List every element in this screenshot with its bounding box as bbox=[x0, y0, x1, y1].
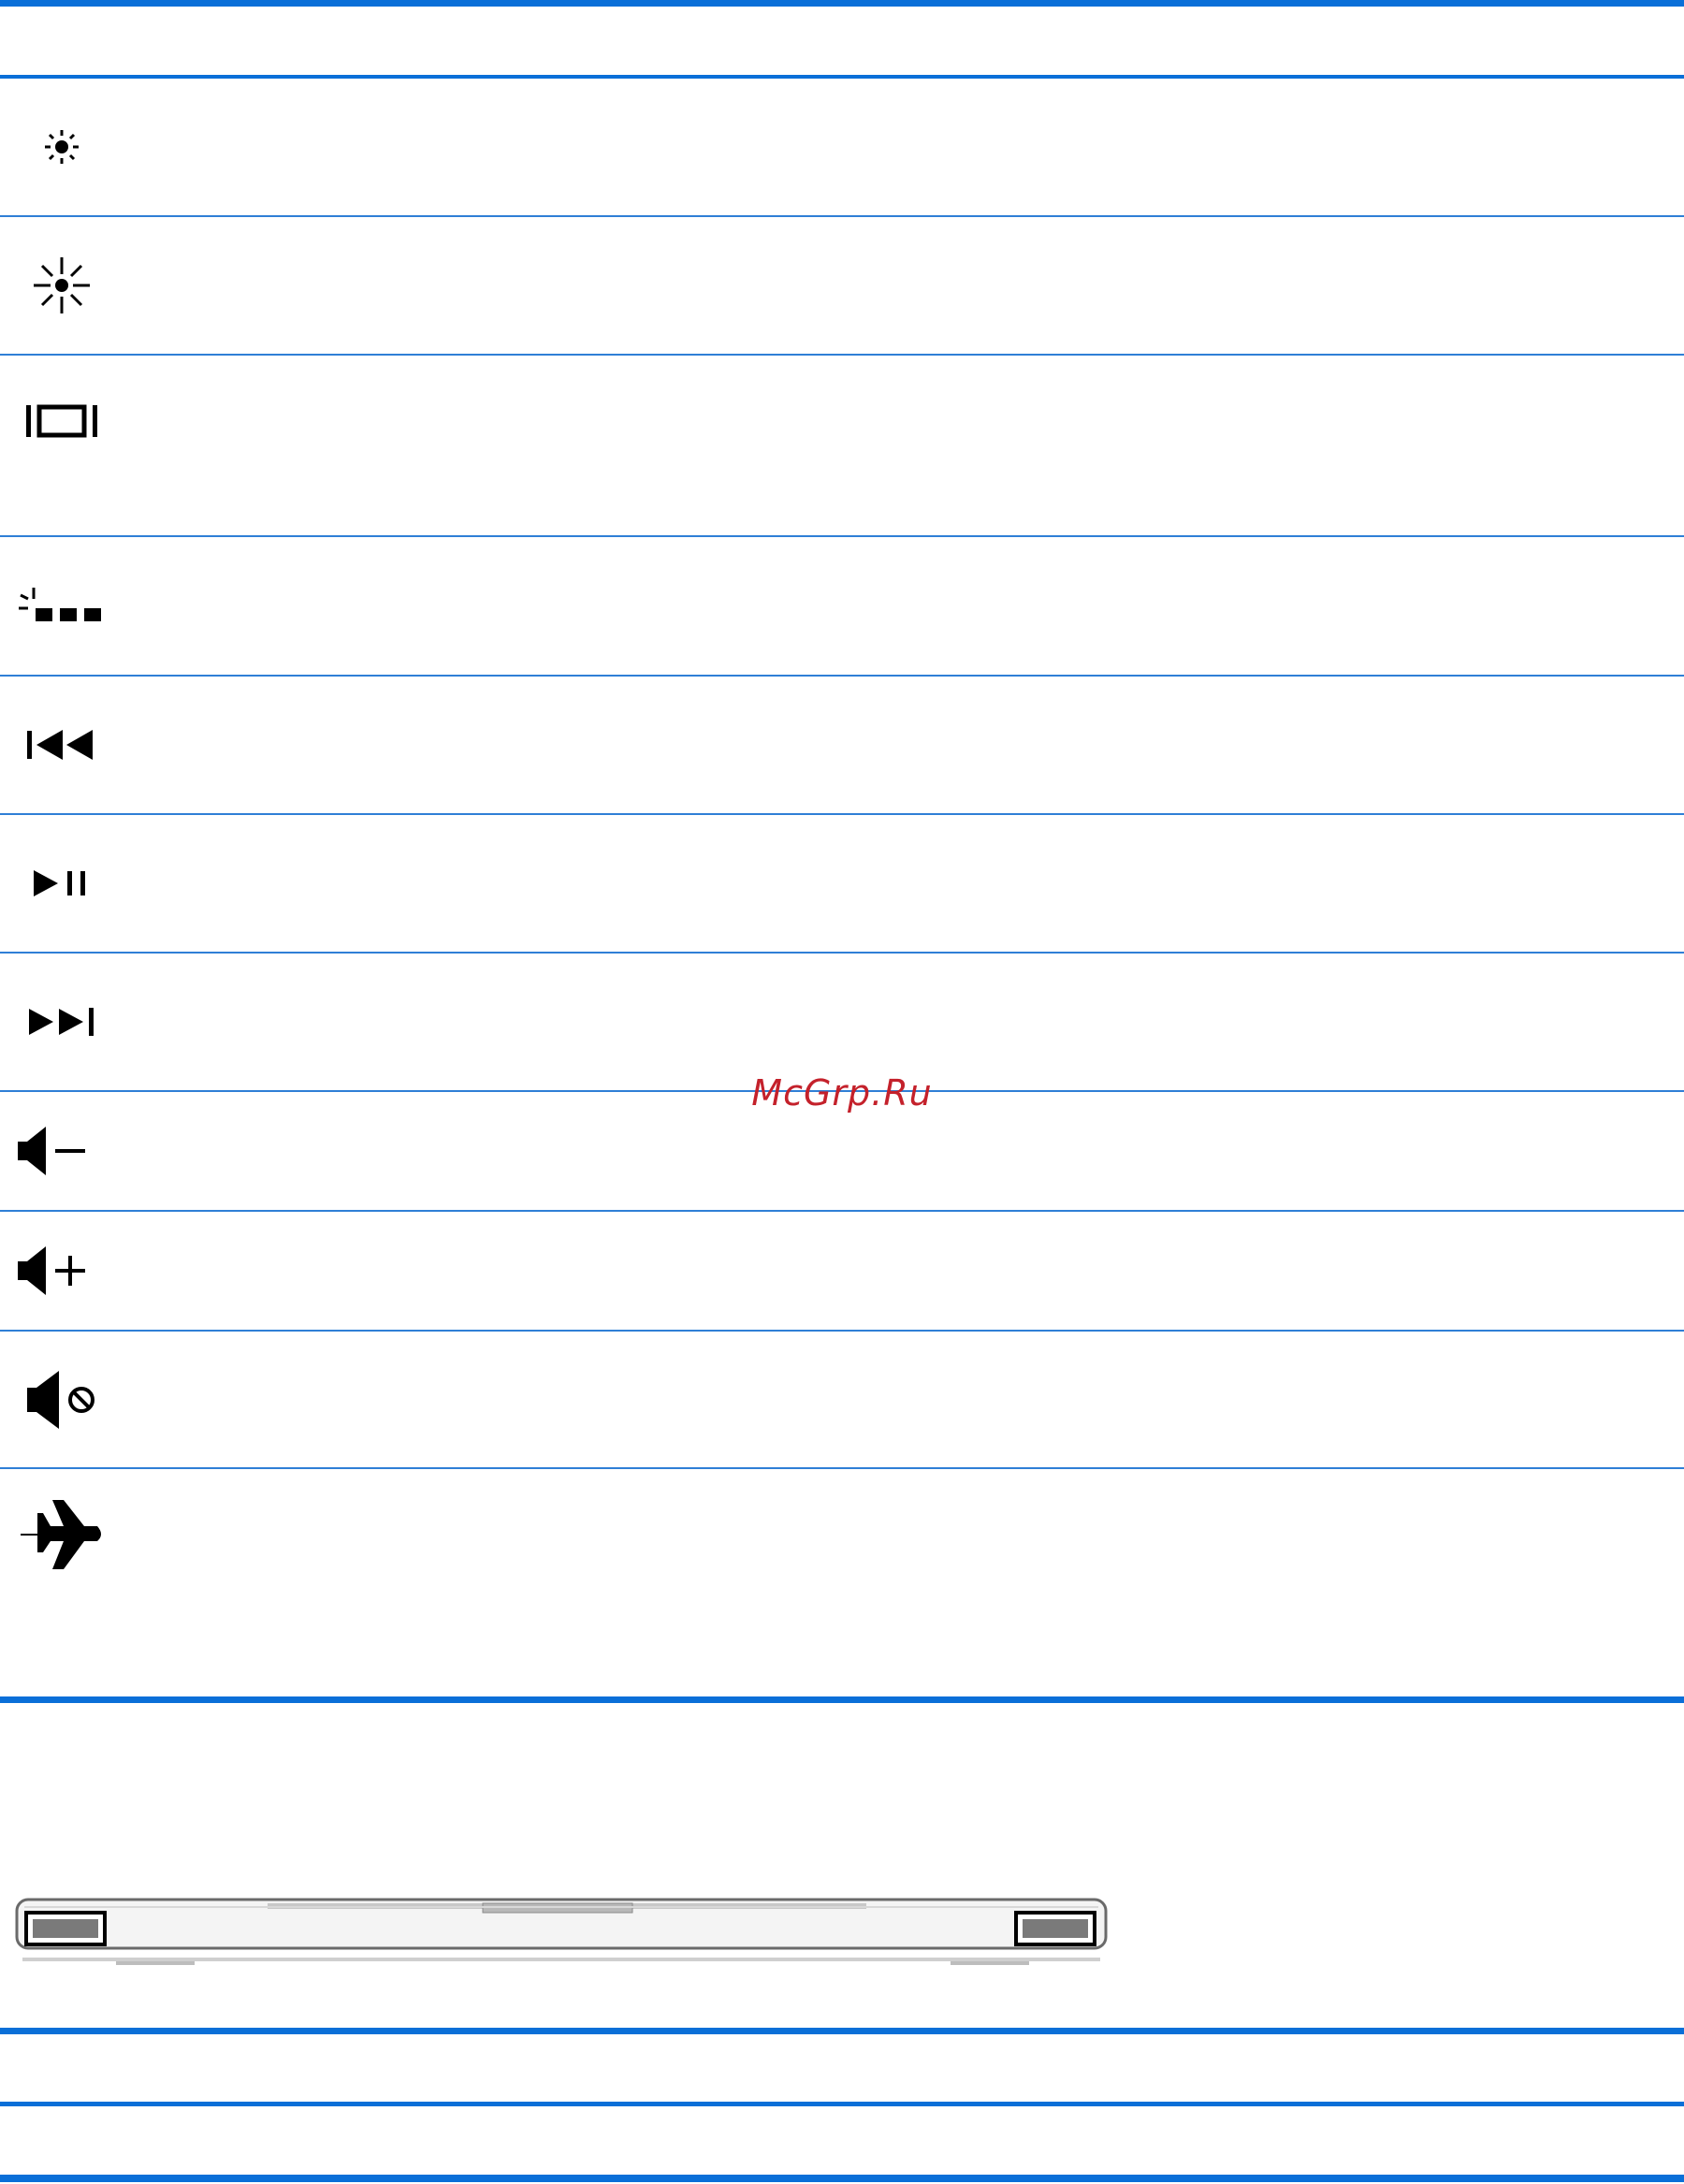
watermark: McGrp.Ru bbox=[751, 1072, 933, 1114]
row-divider bbox=[0, 813, 1684, 815]
row-divider bbox=[0, 535, 1684, 537]
row-divider bbox=[0, 952, 1684, 954]
laptop-front-illustration bbox=[15, 1879, 1110, 1995]
left-speaker bbox=[24, 1911, 107, 1946]
volume-up-icon bbox=[0, 1212, 103, 1330]
brightness-up-icon bbox=[0, 217, 123, 354]
table-header-rule bbox=[0, 75, 1684, 79]
airplane-mode-icon bbox=[0, 1488, 123, 1581]
row-divider bbox=[0, 354, 1684, 356]
table2-top-rule bbox=[0, 2028, 1684, 2034]
table-bottom-rule bbox=[0, 1696, 1684, 1703]
row-divider bbox=[0, 1467, 1684, 1469]
next-track-icon bbox=[0, 954, 123, 1090]
row-divider bbox=[0, 675, 1684, 677]
brightness-down-icon bbox=[0, 79, 123, 215]
switch-display-icon bbox=[0, 393, 123, 449]
row-divider bbox=[0, 1330, 1684, 1332]
keyboard-backlight-icon bbox=[0, 537, 123, 675]
row-divider bbox=[0, 215, 1684, 217]
row-divider bbox=[0, 1210, 1684, 1212]
play-pause-icon bbox=[0, 815, 123, 952]
previous-track-icon bbox=[0, 677, 123, 813]
right-speaker bbox=[1014, 1911, 1096, 1946]
table2-bottom-rule bbox=[0, 2175, 1684, 2182]
mute-icon bbox=[0, 1332, 123, 1467]
table-top-rule bbox=[0, 0, 1684, 7]
table2-header-rule bbox=[0, 2102, 1684, 2106]
